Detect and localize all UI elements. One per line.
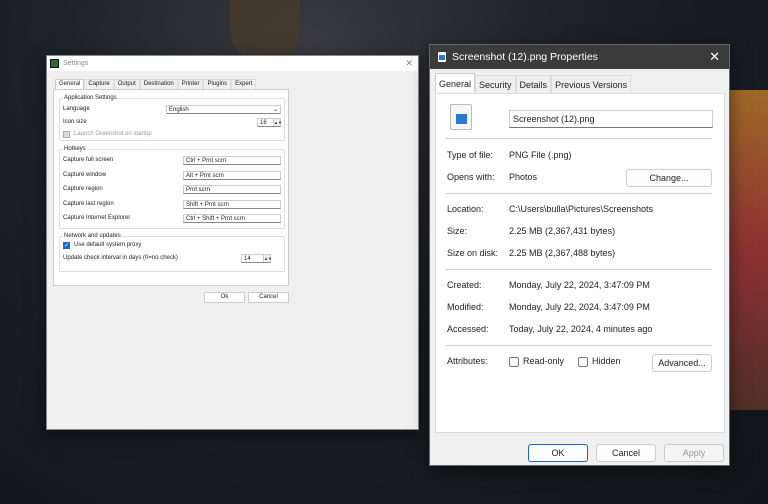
- proxy-label: Use default system proxy: [74, 242, 142, 248]
- close-icon[interactable]: ✕: [709, 49, 720, 65]
- hotkey-row: Capture region Prnt scrn: [63, 184, 281, 194]
- network-group: Network and updates ✓ Use default system …: [59, 233, 285, 272]
- window-title: Settings: [63, 60, 89, 67]
- size-label: Size:: [447, 226, 468, 236]
- properties-window: Screenshot (12).png Properties ✕ General…: [429, 44, 730, 466]
- hotkey-label: Capture Internet Explorer: [63, 215, 131, 221]
- opens-label: Opens with:: [447, 172, 495, 182]
- tab-expert[interactable]: Expert: [231, 79, 257, 89]
- hotkey-label: Capture last region: [63, 201, 114, 207]
- hotkey-label: Capture window: [63, 172, 107, 178]
- hotkey-row: Capture last region Shift + Prnt scrn: [63, 199, 281, 209]
- ok-button[interactable]: OK: [528, 444, 588, 462]
- interval-value: 14: [244, 255, 251, 262]
- greenshot-icon: [50, 59, 59, 68]
- application-settings-group: Application Settings Language English ⌄ Ic…: [59, 95, 285, 141]
- settings-window: Settings ✕ General Capture Output Destin…: [46, 55, 419, 430]
- group-legend: Hotkeys: [63, 146, 87, 152]
- hidden-checkbox[interactable]: Hidden: [578, 356, 621, 367]
- tab-previous-versions[interactable]: Previous Versions: [551, 75, 632, 93]
- hotkey-label: Capture full screen: [63, 157, 114, 163]
- opens-value: Photos: [509, 172, 538, 182]
- group-legend: Network and updates: [63, 233, 122, 239]
- divider: [446, 345, 712, 346]
- icon-size-label: Icon size: [63, 119, 87, 125]
- icon-size-value: 16: [260, 119, 267, 126]
- disk-size-value: 2.25 MB (2,367,488 bytes): [509, 248, 616, 258]
- launch-startup-checkbox[interactable]: [63, 130, 70, 138]
- tab-output[interactable]: Output: [113, 79, 140, 89]
- close-icon[interactable]: ✕: [405, 58, 413, 69]
- png-file-icon: [450, 104, 472, 130]
- background-lights: [728, 90, 768, 410]
- created-label: Created:: [447, 280, 482, 290]
- disk-size-label: Size on disk:: [447, 248, 499, 258]
- hotkey-field[interactable]: Shift + Prnt scrn: [183, 199, 281, 209]
- spin-arrows-icon[interactable]: ▲▼: [273, 118, 282, 126]
- hotkey-field[interactable]: Ctrl + Prnt scrn: [183, 155, 281, 165]
- location-label: Location:: [447, 204, 484, 214]
- interval-stepper[interactable]: 14 ▲▼: [241, 253, 272, 263]
- title-bar: Settings: [47, 56, 418, 71]
- divider: [446, 138, 712, 139]
- tab-general[interactable]: General: [435, 73, 476, 92]
- background-tree: [230, 0, 300, 60]
- hotkey-row: Capture window Alt + Prnt scrn: [63, 170, 281, 180]
- tab-security[interactable]: Security: [475, 75, 516, 93]
- cancel-button[interactable]: Cancel: [248, 292, 289, 303]
- hidden-label: Hidden: [592, 356, 621, 366]
- tab-bar: General Security Details Previous Versio…: [435, 73, 632, 93]
- filename-input[interactable]: Screenshot (12).png: [509, 110, 713, 128]
- apply-button[interactable]: Apply: [664, 444, 724, 462]
- tab-details[interactable]: Details: [515, 75, 552, 93]
- launch-startup-label: Launch Greenshot on startup: [74, 131, 152, 137]
- group-legend: Application Settings: [63, 95, 118, 101]
- title-bar: Screenshot (12).png Properties: [430, 45, 729, 69]
- hotkey-field[interactable]: Alt + Prnt scrn: [183, 170, 281, 180]
- tab-plugins[interactable]: Plugins: [203, 79, 232, 89]
- general-panel: Screenshot (12).png Type of file: PNG Fil…: [435, 93, 725, 433]
- tab-capture[interactable]: Capture: [84, 79, 114, 89]
- size-value: 2.25 MB (2,367,431 bytes): [509, 226, 616, 236]
- window-title: Screenshot (12).png Properties: [452, 51, 598, 63]
- hotkey-row: Capture full screen Ctrl + Prnt scrn: [63, 155, 281, 165]
- image-file-icon: [438, 52, 446, 62]
- hotkey-field[interactable]: Ctrl + Shift + Prnt scrn: [183, 213, 281, 223]
- divider: [446, 269, 712, 270]
- hotkey-label: Capture region: [63, 186, 103, 192]
- change-button[interactable]: Change...: [626, 169, 712, 187]
- tab-printer[interactable]: Printer: [177, 79, 204, 89]
- modified-value: Monday, July 22, 2024, 3:47:09 PM: [509, 302, 650, 312]
- tab-destination[interactable]: Destination: [139, 79, 178, 89]
- general-panel: Application Settings Language English ⌄ Ic…: [53, 89, 289, 286]
- language-value: English: [169, 106, 189, 113]
- hotkey-row: Capture Internet Explorer Ctrl + Shift + …: [63, 213, 281, 223]
- hotkey-field[interactable]: Prnt scrn: [183, 184, 281, 194]
- chevron-down-icon: ⌄: [272, 106, 278, 113]
- type-value: PNG File (.png): [509, 150, 572, 160]
- modified-label: Modified:: [447, 302, 484, 312]
- proxy-checkbox[interactable]: ✓: [63, 241, 70, 249]
- language-select[interactable]: English ⌄: [166, 104, 281, 114]
- accessed-value: Today, July 22, 2024, 4 minutes ago: [509, 324, 653, 334]
- readonly-label: Read-only: [523, 356, 565, 366]
- accessed-label: Accessed:: [447, 324, 489, 334]
- location-value: C:\Users\bulla\Pictures\Screenshots: [509, 204, 654, 214]
- hotkeys-group: Hotkeys Capture full screen Ctrl + Prnt s…: [59, 146, 285, 229]
- checkbox-box[interactable]: [578, 356, 589, 367]
- attributes-label: Attributes:: [447, 356, 488, 367]
- readonly-checkbox[interactable]: Read-only: [509, 356, 564, 367]
- advanced-button[interactable]: Advanced...: [652, 354, 712, 372]
- interval-label: Update check interval in days (0=no chec…: [63, 255, 178, 261]
- divider: [446, 193, 712, 194]
- created-value: Monday, July 22, 2024, 3:47:09 PM: [509, 280, 650, 290]
- cancel-button[interactable]: Cancel: [596, 444, 656, 462]
- spin-arrows-icon[interactable]: ▲▼: [263, 254, 272, 262]
- icon-size-stepper[interactable]: 16 ▲▼: [257, 117, 282, 127]
- language-label: Language: [63, 106, 90, 112]
- ok-button[interactable]: Ok: [204, 292, 245, 303]
- type-label: Type of file:: [447, 150, 494, 160]
- checkbox-box[interactable]: [509, 356, 519, 367]
